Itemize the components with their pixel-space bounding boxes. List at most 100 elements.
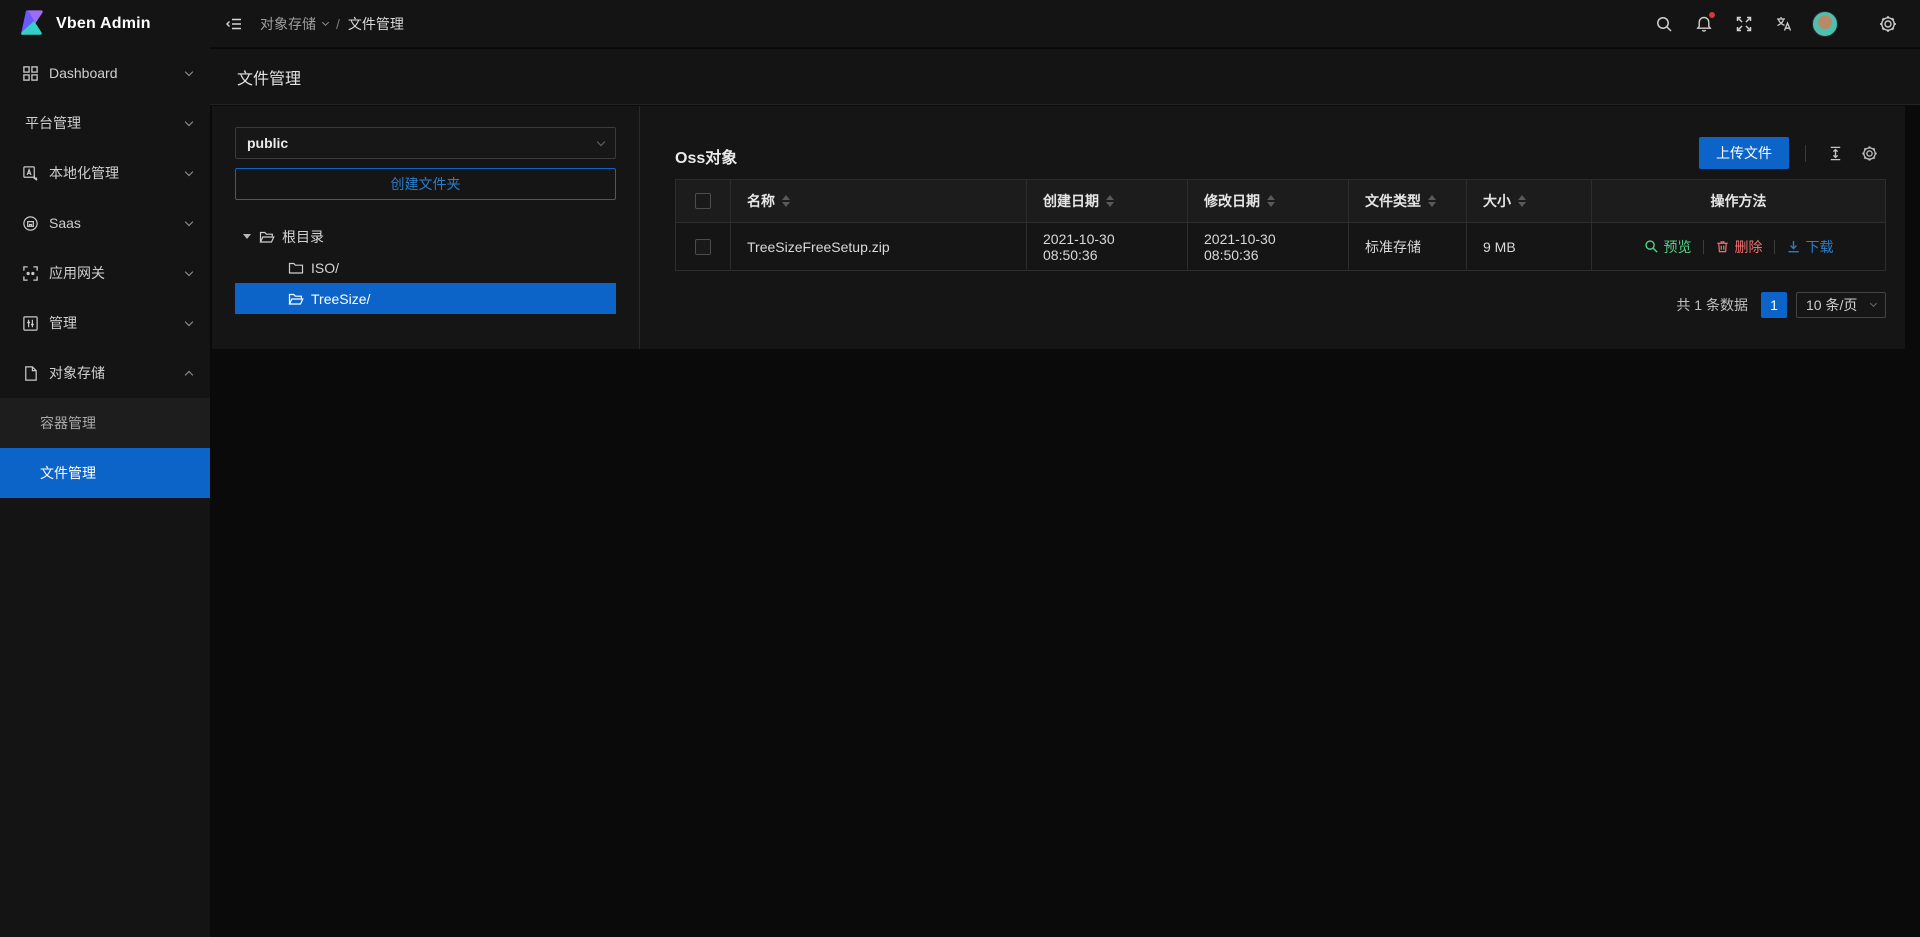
topbar-actions [1644,0,1920,47]
sort-carets-icon[interactable] [1428,195,1436,207]
sidebar-item-saas[interactable]: Saas [0,198,210,248]
sidebar-item-label: Dashboard [49,65,186,81]
preview-magnifier-icon [1644,239,1659,254]
breadcrumb-parent[interactable]: 对象存储 [260,14,328,34]
toolbar-divider [1805,145,1806,162]
delete-action[interactable]: 删除 [1715,237,1763,257]
sidebar-item-platform[interactable]: 平台管理 [0,98,210,148]
folder-tree: 根目录 ISO/ TreeSize/ [235,221,616,314]
oss-table: 名称 创建日期 修改日期 文件类型 大小 [675,179,1886,271]
tree-item-root[interactable]: 根目录 [235,221,616,252]
sort-carets-icon[interactable] [782,195,790,207]
chevron-up-icon [185,370,193,378]
column-settings-gear-icon [1861,145,1878,162]
column-label: 操作方法 [1711,191,1767,211]
tree-expander[interactable] [235,234,259,239]
search-icon [1655,15,1673,33]
action-divider [1774,240,1775,254]
select-all-checkbox[interactable] [695,193,711,209]
preview-action[interactable]: 预览 [1644,237,1692,257]
cell-modified: 2021-10-30 08:50:36 [1188,223,1349,270]
tree-item-iso[interactable]: ISO/ [235,252,616,283]
column-header-filetype[interactable]: 文件类型 [1349,180,1467,222]
localization-icon [22,165,39,182]
translate-icon [1775,15,1793,33]
column-header-modified[interactable]: 修改日期 [1188,180,1349,222]
column-label: 名称 [747,191,775,211]
table-header-row: 名称 创建日期 修改日期 文件类型 大小 [676,180,1885,223]
chevron-down-icon [185,117,193,125]
create-folder-button[interactable]: 创建文件夹 [235,168,616,200]
sidebar-item-file-manage[interactable]: 文件管理 [0,448,210,498]
row-checkbox[interactable] [695,239,711,255]
sidebar-item-label: 应用网关 [49,263,186,283]
settings-button[interactable] [1868,0,1908,48]
trash-icon [1715,239,1730,254]
pagination: 共 1 条数据 1 10 条/页 [1676,292,1886,318]
row-height-icon [1827,145,1844,162]
page-1-button[interactable]: 1 [1761,292,1787,318]
sidebar-item-dashboard[interactable]: Dashboard [0,48,210,98]
bucket-select[interactable]: public [235,127,616,159]
sidebar-item-localization[interactable]: 本地化管理 [0,148,210,198]
fullscreen-icon [1735,15,1753,33]
action-label: 预览 [1664,237,1692,257]
user-avatar[interactable] [1812,11,1838,37]
download-action[interactable]: 下载 [1786,237,1834,257]
cell-size: 9 MB [1467,223,1592,270]
oss-section: Oss对象 上传文件 [641,106,1905,349]
column-label: 文件类型 [1365,191,1421,211]
row-height-button[interactable] [1818,137,1852,169]
table-row[interactable]: TreeSizeFreeSetup.zip 2021-10-30 08:50:3… [676,223,1885,270]
column-settings-button[interactable] [1852,137,1886,169]
fullscreen-button[interactable] [1724,0,1764,48]
page-size-select[interactable]: 10 条/页 [1796,292,1886,318]
action-divider [1703,240,1704,254]
settings-gear-icon [1879,15,1897,33]
sidebar-item-object-storage[interactable]: 对象存储 [0,348,210,398]
vben-logo-icon [16,9,46,39]
sidebar-item-container-manage[interactable]: 容器管理 [0,398,210,448]
column-header-name[interactable]: 名称 [731,180,1027,222]
sidebar-item-label: 管理 [49,313,186,333]
breadcrumb: 对象存储 / 文件管理 [260,14,404,34]
chevron-down-icon [1870,300,1877,307]
app-logo[interactable]: Vben Admin [0,0,210,48]
sidebar-item-label: 平台管理 [25,113,186,133]
tree-item-label: TreeSize/ [311,291,370,307]
folder-icon [288,260,304,276]
language-button[interactable] [1764,0,1804,48]
sort-carets-icon[interactable] [1106,195,1114,207]
sidebar-item-gateway[interactable]: 应用网关 [0,248,210,298]
cell-actions: 预览 删除 [1592,223,1885,270]
breadcrumb-current: 文件管理 [348,14,404,34]
tree-item-treesize[interactable]: TreeSize/ [235,283,616,314]
sidebar: Vben Admin Dashboard 平台管理 本地化管理 [0,0,210,937]
content-card: public 创建文件夹 根目录 ISO/ [212,106,1905,349]
sidebar-item-manage[interactable]: 管理 [0,298,210,348]
oss-toolbar: 上传文件 [1699,137,1886,169]
column-header-size[interactable]: 大小 [1467,180,1592,222]
column-header-created[interactable]: 创建日期 [1027,180,1188,222]
column-label: 修改日期 [1204,191,1260,211]
row-select-cell [676,223,731,270]
upload-file-button[interactable]: 上传文件 [1699,137,1789,169]
sliders-box-icon [22,315,39,332]
page-title: 文件管理 [237,65,301,89]
sort-carets-icon[interactable] [1518,195,1526,207]
bucket-select-value: public [247,135,598,151]
notifications-button[interactable] [1684,0,1724,48]
cell-filetype: 标准存储 [1349,223,1467,270]
app-title: Vben Admin [56,15,151,33]
chevron-down-icon [185,67,193,75]
search-button[interactable] [1644,0,1684,48]
column-header-actions: 操作方法 [1592,180,1885,222]
saas-globe-icon [22,215,39,232]
create-folder-label: 创建文件夹 [391,174,461,194]
folder-open-icon [288,291,304,307]
folder-open-icon [259,229,275,245]
notification-dot [1709,12,1715,18]
action-label: 删除 [1735,237,1763,257]
sort-carets-icon[interactable] [1267,195,1275,207]
menu-fold-button[interactable] [210,0,258,48]
